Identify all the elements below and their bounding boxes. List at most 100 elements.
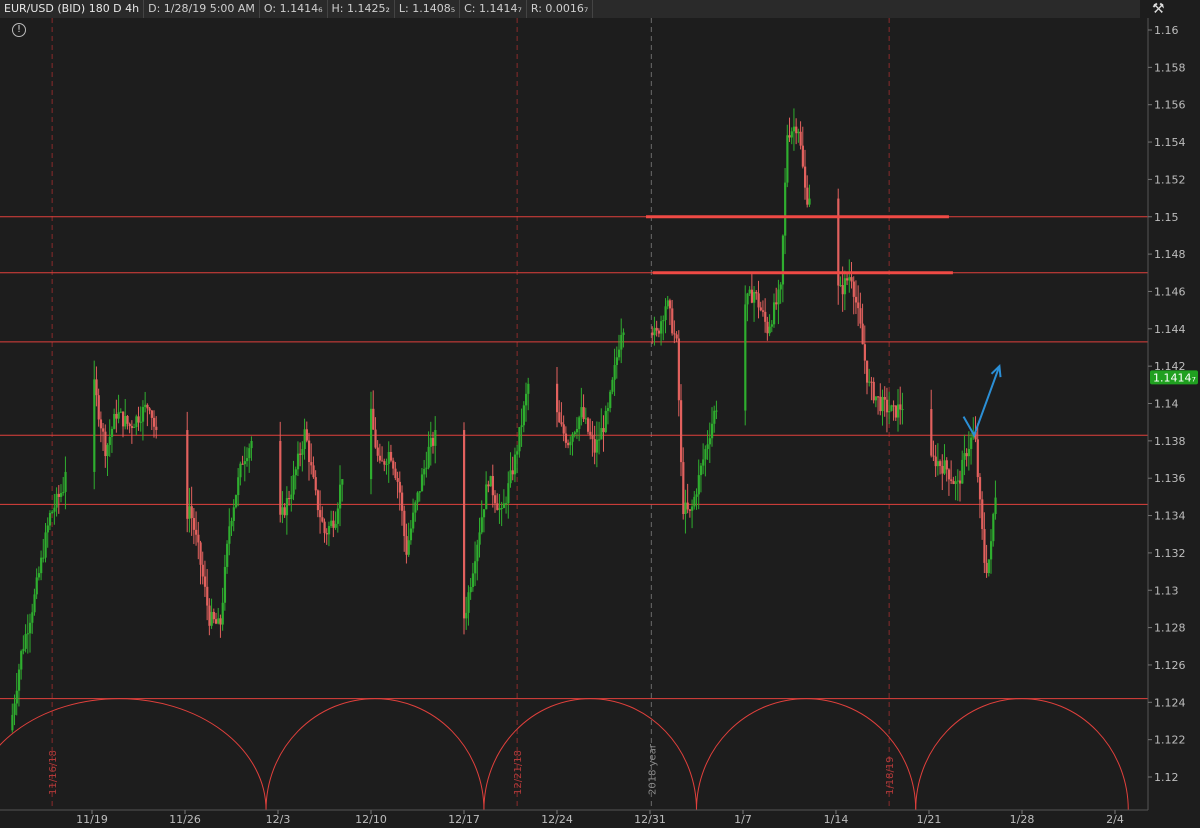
price-tick-label: 1.138 — [1154, 435, 1186, 448]
last-price-label: 1.1414₇ — [1153, 371, 1196, 384]
candle-body — [744, 304, 747, 411]
candle-body — [622, 332, 625, 335]
candle-body — [33, 594, 36, 613]
candle-body — [970, 437, 973, 449]
candle-body — [768, 326, 771, 334]
candle-body — [24, 634, 27, 649]
price-tick-label: 1.128 — [1154, 622, 1186, 635]
candle-body — [190, 506, 193, 519]
candle-body — [866, 360, 869, 383]
candle-body — [425, 467, 428, 469]
candle-body — [153, 417, 156, 427]
candle-body — [673, 333, 676, 335]
candle-body — [237, 477, 240, 496]
candle-body — [250, 440, 253, 449]
candle-body — [861, 323, 864, 345]
candle-body — [206, 586, 209, 606]
candle-body — [602, 428, 605, 433]
candle-body — [434, 430, 437, 446]
candle-body — [115, 413, 118, 419]
candle-body — [122, 411, 125, 427]
candle-body — [943, 460, 946, 474]
candle-body — [195, 529, 198, 535]
candle-body — [976, 439, 979, 478]
candle-body — [987, 559, 990, 574]
candle-body — [62, 491, 65, 494]
candle-body — [874, 396, 878, 401]
vertical-marker-label: 1/18/19 — [885, 756, 896, 795]
candle-body — [137, 416, 140, 423]
candle-body — [808, 198, 811, 205]
candle-body — [589, 431, 592, 436]
candle-body — [797, 131, 800, 134]
candle-body — [664, 306, 667, 321]
candle-body — [595, 439, 599, 453]
candlestick-chart[interactable]: 11/16/18 12/21/18 2018 year 1/18/19 1.12 1.1… — [0, 0, 1200, 828]
candle-body — [407, 540, 410, 555]
candle-body — [941, 465, 944, 474]
candle-body — [106, 444, 109, 457]
candle-body — [394, 468, 397, 479]
candle-body — [412, 512, 415, 529]
price-tick-label: 1.15 — [1154, 211, 1179, 224]
candle-body — [418, 491, 421, 493]
candle-body — [899, 404, 902, 410]
candle-body — [839, 285, 842, 287]
candle-body — [102, 428, 105, 432]
price-tick-label: 1.148 — [1154, 248, 1186, 261]
candle-body — [11, 714, 14, 731]
candle-body — [600, 428, 603, 440]
candle-body — [784, 182, 787, 236]
candle-body — [467, 592, 470, 613]
info-circle-icon[interactable]: ! — [12, 23, 26, 37]
candle-body — [108, 436, 111, 445]
candle-body — [609, 391, 612, 409]
candle-body — [230, 520, 233, 527]
candle-body — [511, 470, 514, 475]
candle-body — [505, 503, 508, 505]
candle-body — [42, 557, 45, 559]
candle-body — [463, 430, 466, 619]
candle-body — [587, 418, 590, 432]
candle-body — [405, 536, 408, 555]
candle-body — [398, 481, 401, 493]
candle-body — [319, 510, 322, 518]
candle-body — [961, 459, 964, 484]
candle-body — [243, 461, 246, 465]
candle-body — [144, 404, 147, 407]
candle-body — [17, 669, 21, 691]
candle-body — [409, 528, 413, 541]
candle-body — [715, 410, 718, 412]
candle-body — [708, 438, 711, 445]
candle-body — [781, 235, 785, 285]
candle-body — [881, 397, 884, 412]
candle-body — [283, 507, 286, 516]
candle-body — [334, 523, 337, 528]
candle-body — [704, 449, 707, 460]
time-tick-label: 2/4 — [1106, 813, 1124, 826]
last-price-tag: 1.1414₇ — [1150, 370, 1198, 385]
candle-body — [660, 321, 663, 334]
price-tick-label: 1.134 — [1154, 510, 1186, 523]
candle-body — [761, 310, 765, 312]
candle-body — [465, 612, 468, 619]
candle-body — [370, 408, 373, 480]
date-readout: D: 1/28/19 5:00 AM — [144, 0, 260, 18]
candle-body — [378, 455, 382, 461]
candle-body — [44, 532, 47, 558]
candle-body — [232, 507, 235, 521]
candle-body — [20, 651, 23, 670]
price-tick-label: 1.146 — [1154, 285, 1186, 298]
symbol-label[interactable]: EUR/USD (BID) 180 D 4h — [0, 0, 145, 18]
candle-body — [210, 611, 213, 626]
candle-body — [883, 397, 886, 400]
plot-area — [0, 0, 1148, 810]
candle-body — [843, 278, 847, 295]
candle-body — [221, 602, 224, 625]
candle-body — [990, 541, 993, 560]
candle-body — [432, 437, 435, 446]
candle-body — [567, 442, 570, 446]
wrench-cursor-icon[interactable]: ⚒ — [1152, 1, 1165, 17]
candle-body — [31, 612, 34, 623]
candle-body — [124, 415, 127, 427]
